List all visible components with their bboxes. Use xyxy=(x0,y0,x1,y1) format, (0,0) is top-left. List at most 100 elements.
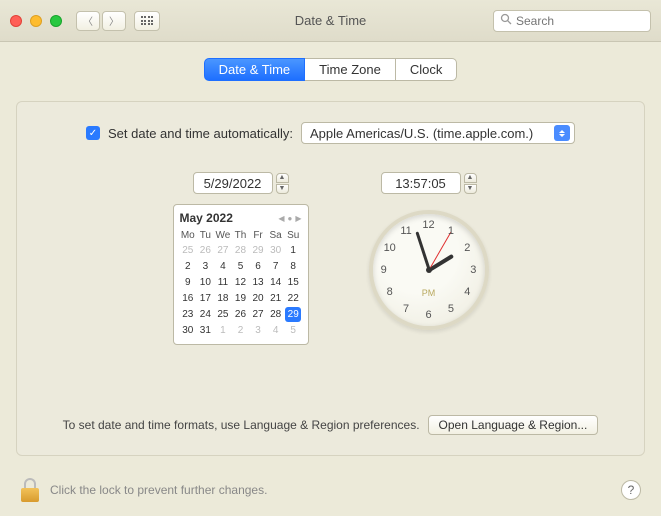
calendar-day[interactable]: 11 xyxy=(215,275,232,290)
search-icon xyxy=(500,13,512,28)
calendar-day[interactable]: 21 xyxy=(267,291,284,306)
calendar-day[interactable]: 16 xyxy=(180,291,197,306)
calendar-day[interactable]: 4 xyxy=(215,259,232,274)
calendar-day[interactable]: 19 xyxy=(232,291,249,306)
calendar-day[interactable]: 2 xyxy=(180,259,197,274)
tab-date-time[interactable]: Date & Time xyxy=(204,58,306,81)
nav-buttons: 〈 〉 xyxy=(76,11,126,31)
calendar-day[interactable]: 2 xyxy=(232,323,249,338)
calendar-day[interactable]: 5 xyxy=(232,259,249,274)
clock-numeral: 9 xyxy=(381,264,387,276)
search-field[interactable] xyxy=(493,10,651,32)
calendar-day[interactable]: 20 xyxy=(250,291,267,306)
calendar-day[interactable]: 9 xyxy=(180,275,197,290)
time-column: 13:57:05 ▲ ▼ PM 123456789101112 xyxy=(369,172,489,330)
calendar-day[interactable]: 25 xyxy=(180,243,197,258)
help-button[interactable]: ? xyxy=(621,480,641,500)
calendar-day[interactable]: 28 xyxy=(267,307,284,322)
window-title: Date & Time xyxy=(295,13,367,28)
check-icon: ✓ xyxy=(89,128,97,139)
calendar-day[interactable]: 23 xyxy=(180,307,197,322)
calendar-day[interactable]: 13 xyxy=(250,275,267,290)
auto-date-time-row: ✓ Set date and time automatically: Apple… xyxy=(41,122,620,144)
open-language-region-button[interactable]: Open Language & Region... xyxy=(428,415,599,435)
calendar-day[interactable]: 12 xyxy=(232,275,249,290)
date-field[interactable]: 5/29/2022 xyxy=(193,172,273,194)
calendar-day[interactable]: 5 xyxy=(285,323,302,338)
calendar-day[interactable]: 7 xyxy=(267,259,284,274)
calendar-day[interactable]: 29 xyxy=(285,307,302,322)
clock-pivot xyxy=(426,267,432,273)
search-input[interactable] xyxy=(516,14,661,28)
clock-numeral: 4 xyxy=(464,286,470,298)
calendar-day[interactable]: 30 xyxy=(267,243,284,258)
clock-numeral: 8 xyxy=(387,286,393,298)
grid-icon xyxy=(141,16,154,25)
calendar-today-icon[interactable]: ● xyxy=(288,214,293,223)
calendar-dow: Fr xyxy=(250,229,267,242)
calendar-day[interactable]: 17 xyxy=(197,291,214,306)
calendar[interactable]: May 2022 ◀ ● ▶ MoTuWeThFrSaSu25262728293… xyxy=(173,204,309,345)
calendar-day[interactable]: 26 xyxy=(197,243,214,258)
time-server-dropdown[interactable]: Apple Americas/U.S. (time.apple.com.) xyxy=(301,122,575,144)
calendar-day[interactable]: 25 xyxy=(215,307,232,322)
lock-label: Click the lock to prevent further change… xyxy=(50,483,267,497)
minimize-window-button[interactable] xyxy=(30,15,42,27)
calendar-day[interactable]: 1 xyxy=(285,243,302,258)
calendar-day[interactable]: 1 xyxy=(215,323,232,338)
calendar-day[interactable]: 31 xyxy=(197,323,214,338)
calendar-day[interactable]: 27 xyxy=(215,243,232,258)
format-note: To set date and time formats, use Langua… xyxy=(63,418,420,432)
show-all-button[interactable] xyxy=(134,11,160,31)
titlebar: 〈 〉 Date & Time xyxy=(0,0,661,42)
calendar-next-icon[interactable]: ▶ xyxy=(295,214,301,223)
chevron-right-icon: 〉 xyxy=(109,13,119,28)
traffic-lights xyxy=(10,15,62,27)
calendar-day[interactable]: 30 xyxy=(180,323,197,338)
calendar-day[interactable]: 26 xyxy=(232,307,249,322)
auto-checkbox[interactable]: ✓ xyxy=(86,126,100,140)
time-step-down[interactable]: ▼ xyxy=(464,184,477,194)
content: Date & Time Time Zone Clock ✓ Set date a… xyxy=(0,42,661,456)
clock-numeral: 6 xyxy=(425,309,431,321)
clock-numeral: 12 xyxy=(422,219,434,231)
lock-icon[interactable] xyxy=(20,478,40,502)
calendar-day[interactable]: 14 xyxy=(267,275,284,290)
calendar-header: May 2022 ◀ ● ▶ xyxy=(180,211,302,225)
time-step-up[interactable]: ▲ xyxy=(464,173,477,183)
date-step-up[interactable]: ▲ xyxy=(276,173,289,183)
calendar-day[interactable]: 28 xyxy=(232,243,249,258)
minute-hand xyxy=(415,232,430,271)
date-stepper: 5/29/2022 ▲ ▼ xyxy=(193,172,289,194)
clock-numeral: 3 xyxy=(470,264,476,276)
forward-button[interactable]: 〉 xyxy=(102,11,126,31)
calendar-day[interactable]: 3 xyxy=(197,259,214,274)
calendar-day[interactable]: 15 xyxy=(285,275,302,290)
lock-row: Click the lock to prevent further change… xyxy=(20,478,641,502)
date-time-columns: 5/29/2022 ▲ ▼ May 2022 ◀ ● ▶ xyxy=(41,172,620,345)
calendar-day[interactable]: 10 xyxy=(197,275,214,290)
calendar-day[interactable]: 27 xyxy=(250,307,267,322)
close-window-button[interactable] xyxy=(10,15,22,27)
preferences-panel: ✓ Set date and time automatically: Apple… xyxy=(16,101,645,456)
time-stepper: 13:57:05 ▲ ▼ xyxy=(381,172,477,194)
date-step-down[interactable]: ▼ xyxy=(276,184,289,194)
tab-clock[interactable]: Clock xyxy=(396,58,458,81)
calendar-day[interactable]: 3 xyxy=(250,323,267,338)
calendar-day[interactable]: 4 xyxy=(267,323,284,338)
calendar-day[interactable]: 24 xyxy=(197,307,214,322)
zoom-window-button[interactable] xyxy=(50,15,62,27)
calendar-prev-icon[interactable]: ◀ xyxy=(278,214,284,223)
calendar-dow: We xyxy=(215,229,232,242)
calendar-day[interactable]: 8 xyxy=(285,259,302,274)
tab-time-zone[interactable]: Time Zone xyxy=(305,58,396,81)
back-button[interactable]: 〈 xyxy=(76,11,100,31)
calendar-nav: ◀ ● ▶ xyxy=(278,214,301,223)
calendar-day[interactable]: 18 xyxy=(215,291,232,306)
chevron-left-icon: 〈 xyxy=(83,13,93,28)
calendar-day[interactable]: 29 xyxy=(250,243,267,258)
calendar-day[interactable]: 22 xyxy=(285,291,302,306)
calendar-dow: Mo xyxy=(180,229,197,242)
time-field[interactable]: 13:57:05 xyxy=(381,172,461,194)
calendar-day[interactable]: 6 xyxy=(250,259,267,274)
